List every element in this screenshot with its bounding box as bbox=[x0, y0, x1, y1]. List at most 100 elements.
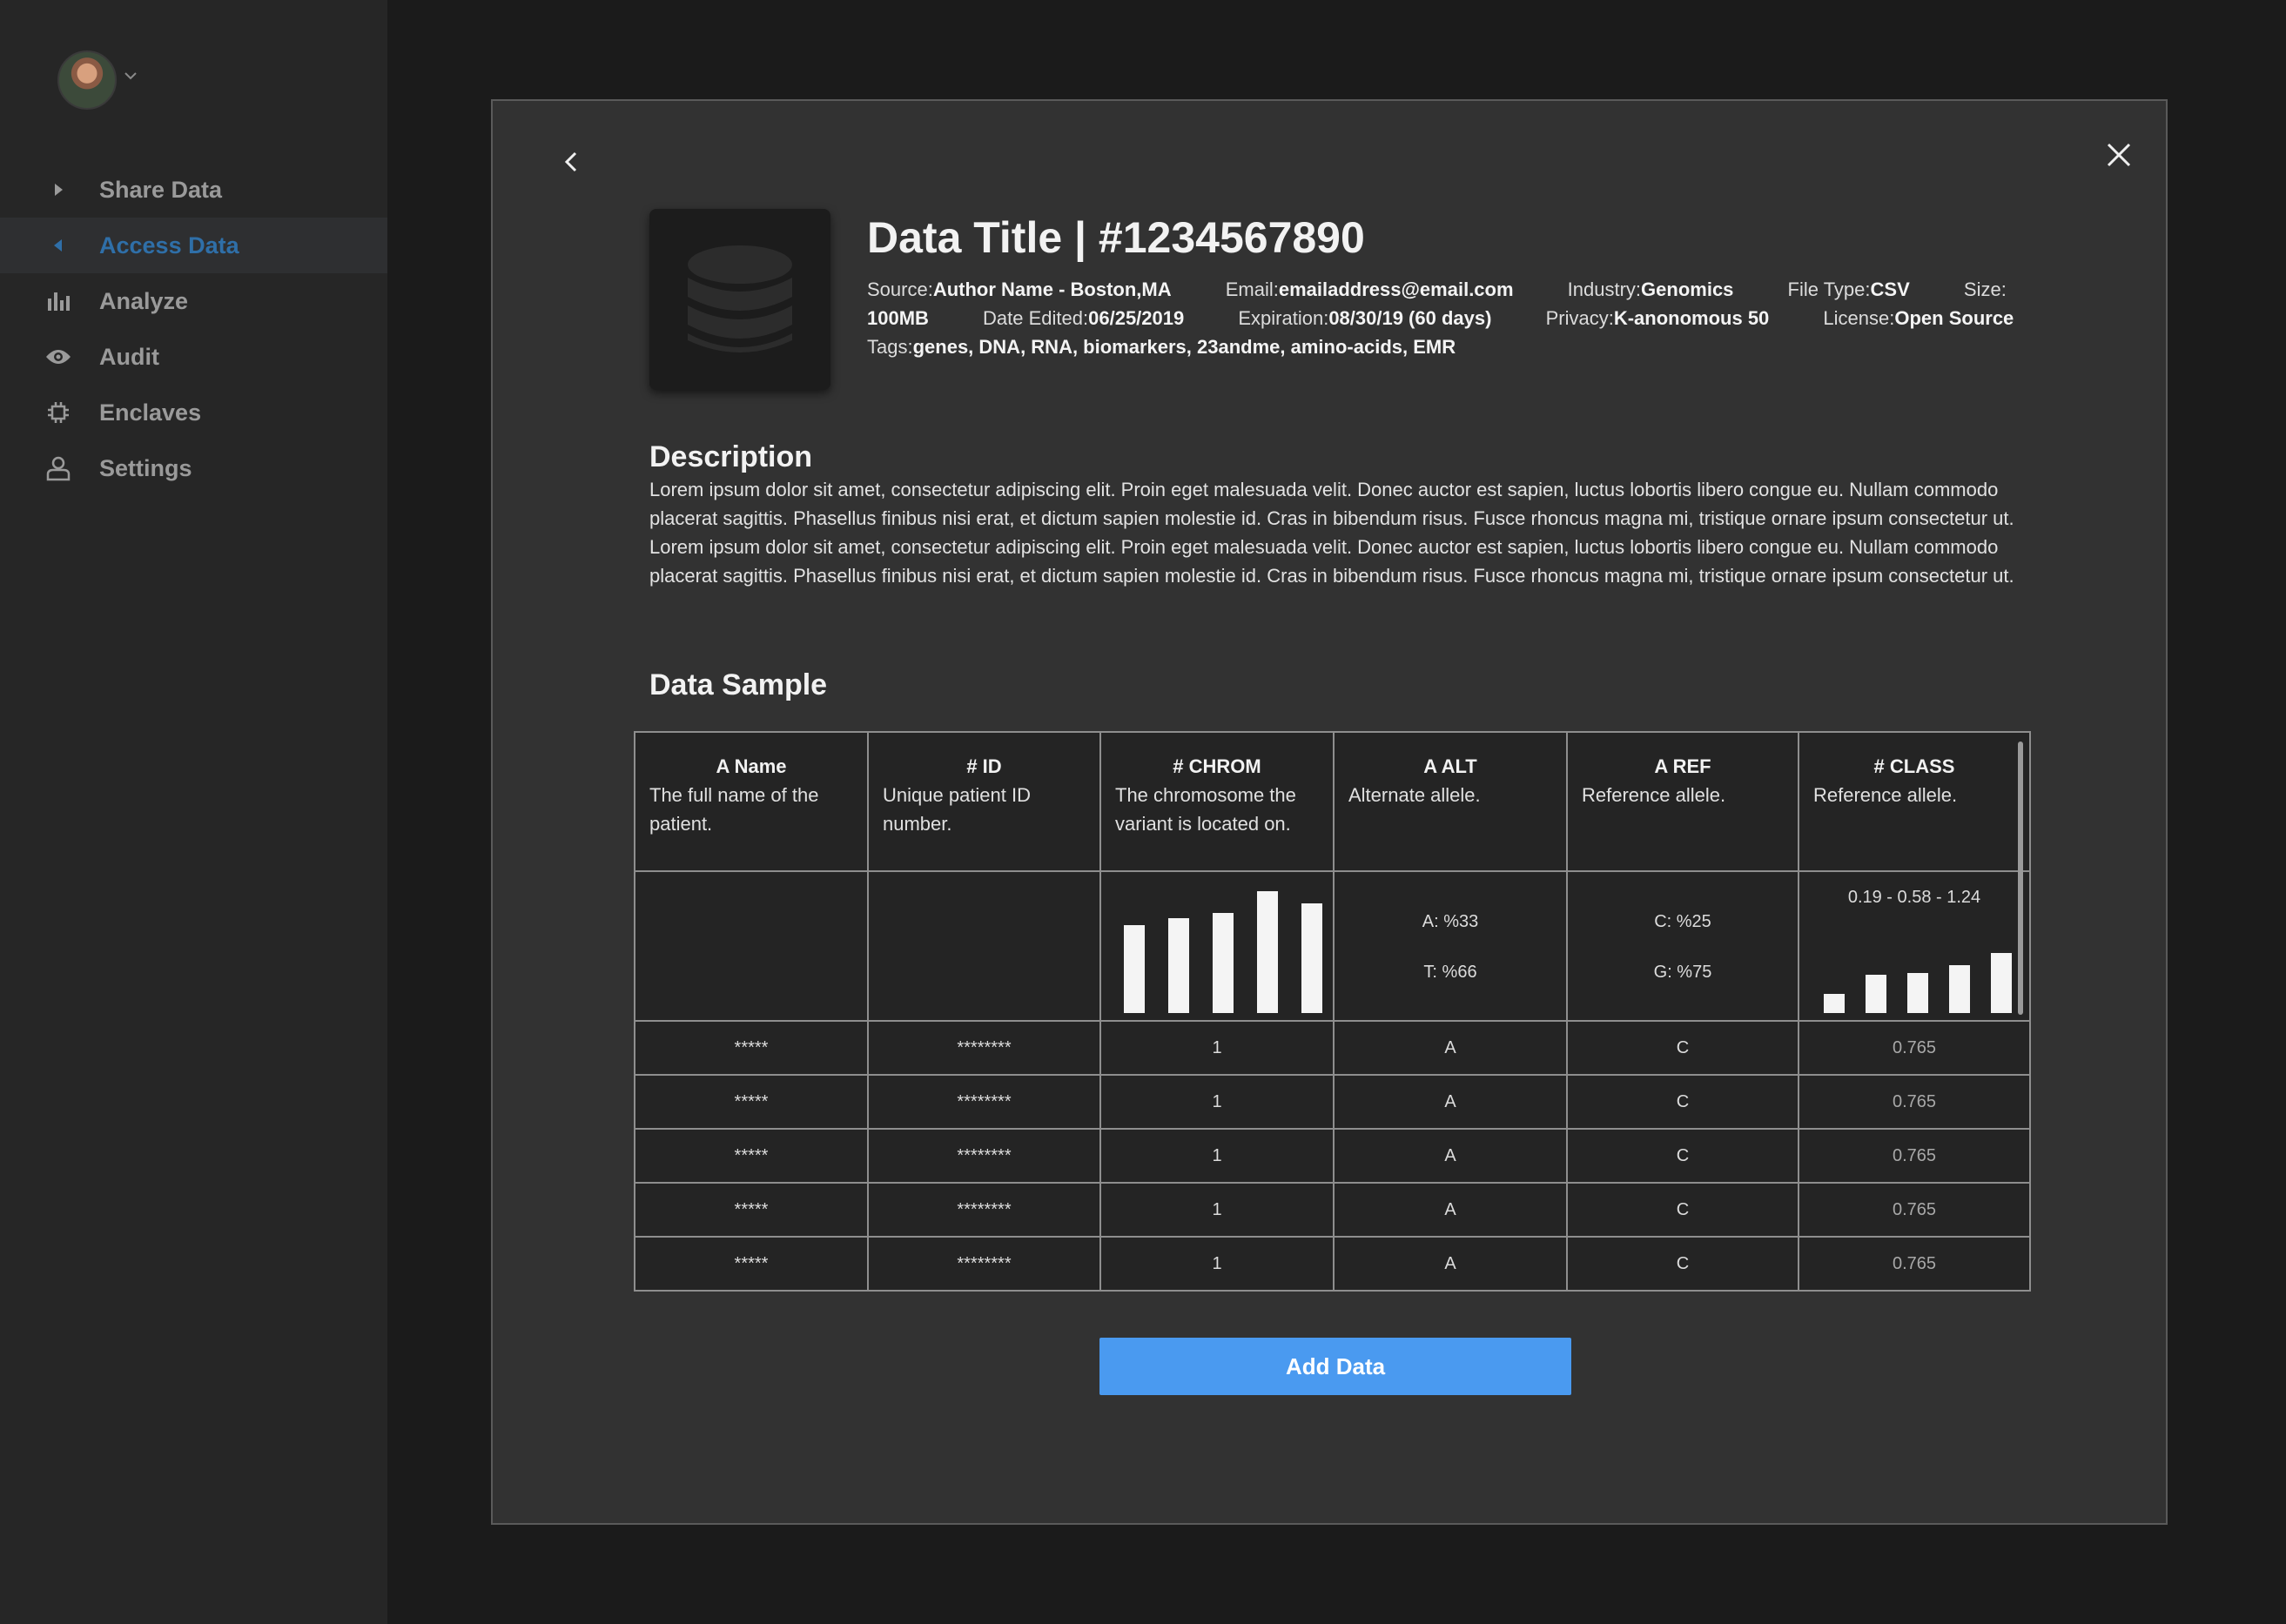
table-cell: 0.765 bbox=[1798, 1236, 2031, 1292]
sidebar-item-analyze[interactable]: Analyze bbox=[0, 273, 387, 329]
class-range-label: 0.19 - 0.58 - 1.24 bbox=[1847, 888, 1981, 907]
close-icon[interactable] bbox=[2101, 138, 2136, 172]
table-cell: A bbox=[1333, 1182, 1568, 1238]
alt-stat-t: T: %66 bbox=[1423, 963, 1477, 982]
table-cell: ***** bbox=[634, 1182, 869, 1238]
ref-stat-g: G: %75 bbox=[1653, 963, 1712, 982]
column-header-chrom[interactable]: # CHROM The chromosome the variant is lo… bbox=[1099, 731, 1335, 872]
meta-tags: Tags:genes, DNA, RNA, biomarkers, 23andm… bbox=[867, 336, 1456, 358]
meta-size-label: Size: bbox=[1963, 278, 2007, 300]
table-cell: ***** bbox=[634, 1020, 869, 1076]
database-thumbnail bbox=[649, 209, 830, 390]
histogram-bar bbox=[1991, 953, 2012, 1013]
table-cell: 1 bbox=[1099, 1236, 1335, 1292]
column-header-ref[interactable]: A REF Reference allele. bbox=[1566, 731, 1799, 872]
meta-filetype: File Type:CSV bbox=[1787, 278, 1910, 300]
sidebar-nav: Share Data Access Data Analyze Audit Enc… bbox=[0, 162, 387, 496]
meta-source: Source:Author Name - Boston,MA bbox=[867, 278, 1172, 300]
table-cell: 0.765 bbox=[1798, 1128, 2031, 1184]
stats-cell-name bbox=[634, 870, 869, 1022]
data-sample-table: A Name The full name of the patient. # I… bbox=[634, 731, 2031, 1292]
database-icon bbox=[688, 245, 792, 352]
sidebar-item-label: Enclaves bbox=[99, 399, 202, 426]
sidebar-item-label: Settings bbox=[99, 454, 192, 481]
table-cell: ******** bbox=[867, 1074, 1101, 1130]
sidebar-item-enclaves[interactable]: Enclaves bbox=[0, 385, 387, 440]
table-cell: C bbox=[1566, 1182, 1799, 1238]
table-cell: ***** bbox=[634, 1128, 869, 1184]
table-cell: A bbox=[1333, 1128, 1568, 1184]
sidebar-item-audit[interactable]: Audit bbox=[0, 329, 387, 385]
description-heading: Description bbox=[649, 440, 813, 473]
table-cell: 1 bbox=[1099, 1074, 1335, 1130]
sidebar-item-label: Analyze bbox=[99, 287, 189, 314]
table-row[interactable]: ***** ******** 1 A C 0.765 bbox=[634, 1020, 2031, 1076]
table-cell: 0.765 bbox=[1798, 1182, 2031, 1238]
column-header-class[interactable]: # CLASS Reference allele. bbox=[1798, 731, 2031, 872]
sidebar-item-share-data[interactable]: Share Data bbox=[0, 162, 387, 218]
histogram-bar bbox=[1168, 918, 1189, 1013]
histogram-bar bbox=[1866, 975, 1886, 1013]
column-header-id[interactable]: # ID Unique patient ID number. bbox=[867, 731, 1101, 872]
meta-email: Email:emailaddress@email.com bbox=[1225, 278, 1514, 300]
table-row[interactable]: ***** ******** 1 A C 0.765 bbox=[634, 1236, 2031, 1292]
table-cell: A bbox=[1333, 1020, 1568, 1076]
histogram-bar bbox=[1257, 891, 1278, 1013]
table-cell: ******** bbox=[867, 1128, 1101, 1184]
table-cell: ***** bbox=[634, 1074, 869, 1130]
meta-license: License:Open Source bbox=[1823, 307, 2014, 329]
sidebar-item-access-data[interactable]: Access Data bbox=[0, 218, 387, 273]
chevron-down-icon[interactable] bbox=[123, 68, 138, 84]
table-row[interactable]: ***** ******** 1 A C 0.765 bbox=[634, 1128, 2031, 1184]
chrom-histogram-bars bbox=[1101, 882, 1333, 1013]
class-histogram: 0.19 - 0.58 - 1.24 bbox=[1798, 870, 2031, 1022]
ref-stats-cell: C: %25 G: %75 bbox=[1566, 870, 1799, 1022]
bar-chart-icon bbox=[44, 286, 73, 316]
histogram-bar bbox=[1301, 903, 1322, 1013]
histogram-bar bbox=[1213, 913, 1234, 1013]
stats-cell-id bbox=[867, 870, 1101, 1022]
table-cell: ***** bbox=[634, 1236, 869, 1292]
table-cell: C bbox=[1566, 1074, 1799, 1130]
sidebar-item-label: Audit bbox=[99, 343, 159, 370]
table-row[interactable]: ***** ******** 1 A C 0.765 bbox=[634, 1182, 2031, 1238]
table-cell: 0.765 bbox=[1798, 1020, 2031, 1076]
meta-privacy: Privacy:K-anonomous 50 bbox=[1545, 307, 1770, 329]
sidebar-item-label: Access Data bbox=[99, 232, 239, 258]
ref-stat-c: C: %25 bbox=[1654, 912, 1711, 931]
sidebar-item-settings[interactable]: Settings bbox=[0, 440, 387, 496]
table-cell: A bbox=[1333, 1074, 1568, 1130]
meta-industry: Industry:Genomics bbox=[1567, 278, 1734, 300]
meta-expiration: Expiration:08/30/19 (60 days) bbox=[1238, 307, 1492, 329]
histogram-bar bbox=[1907, 973, 1928, 1013]
class-histogram-bars bbox=[1799, 926, 2029, 1013]
dataset-title: Data Title | #1234567890 bbox=[867, 213, 1365, 262]
table-cell: 1 bbox=[1099, 1020, 1335, 1076]
histogram-bar bbox=[1949, 965, 1970, 1013]
data-sample-heading: Data Sample bbox=[649, 668, 828, 701]
table-row[interactable]: ***** ******** 1 A C 0.765 bbox=[634, 1074, 2031, 1130]
table-cell: C bbox=[1566, 1236, 1799, 1292]
dataset-metadata: Source:Author Name - Boston,MA Email:ema… bbox=[867, 275, 2034, 361]
user-icon bbox=[44, 453, 73, 483]
table-body: ***** ******** 1 A C 0.765 ***** ******** 1 A C 0.7… bbox=[634, 1020, 2031, 1292]
description-text: Lorem ipsum dolor sit amet, consectetur … bbox=[649, 479, 2014, 587]
sidebar-item-label: Share Data bbox=[99, 176, 223, 203]
alt-stat-a: A: %33 bbox=[1422, 912, 1479, 931]
table-cell: ******** bbox=[867, 1182, 1101, 1238]
table-scrollbar[interactable] bbox=[2018, 742, 2023, 1015]
table-cell: 0.765 bbox=[1798, 1074, 2031, 1130]
avatar[interactable] bbox=[57, 50, 117, 110]
column-header-name[interactable]: A Name The full name of the patient. bbox=[634, 731, 869, 872]
histogram-bar bbox=[1824, 994, 1845, 1013]
add-data-button[interactable]: Add Data bbox=[1099, 1338, 1571, 1395]
table-cell: 1 bbox=[1099, 1182, 1335, 1238]
dataset-detail-modal: Data Title | #1234567890 Source:Author N… bbox=[491, 99, 2168, 1525]
caret-left-icon bbox=[44, 231, 73, 260]
table-stats-row: A: %33 T: %66 C: %25 G: %75 0.19 - 0.58 … bbox=[634, 870, 2031, 1022]
alt-stats-cell: A: %33 T: %66 bbox=[1333, 870, 1568, 1022]
meta-size: 100MB bbox=[867, 307, 929, 329]
caret-right-icon bbox=[44, 175, 73, 205]
column-header-alt[interactable]: A ALT Alternate allele. bbox=[1333, 731, 1568, 872]
back-arrow-icon[interactable] bbox=[554, 144, 588, 179]
